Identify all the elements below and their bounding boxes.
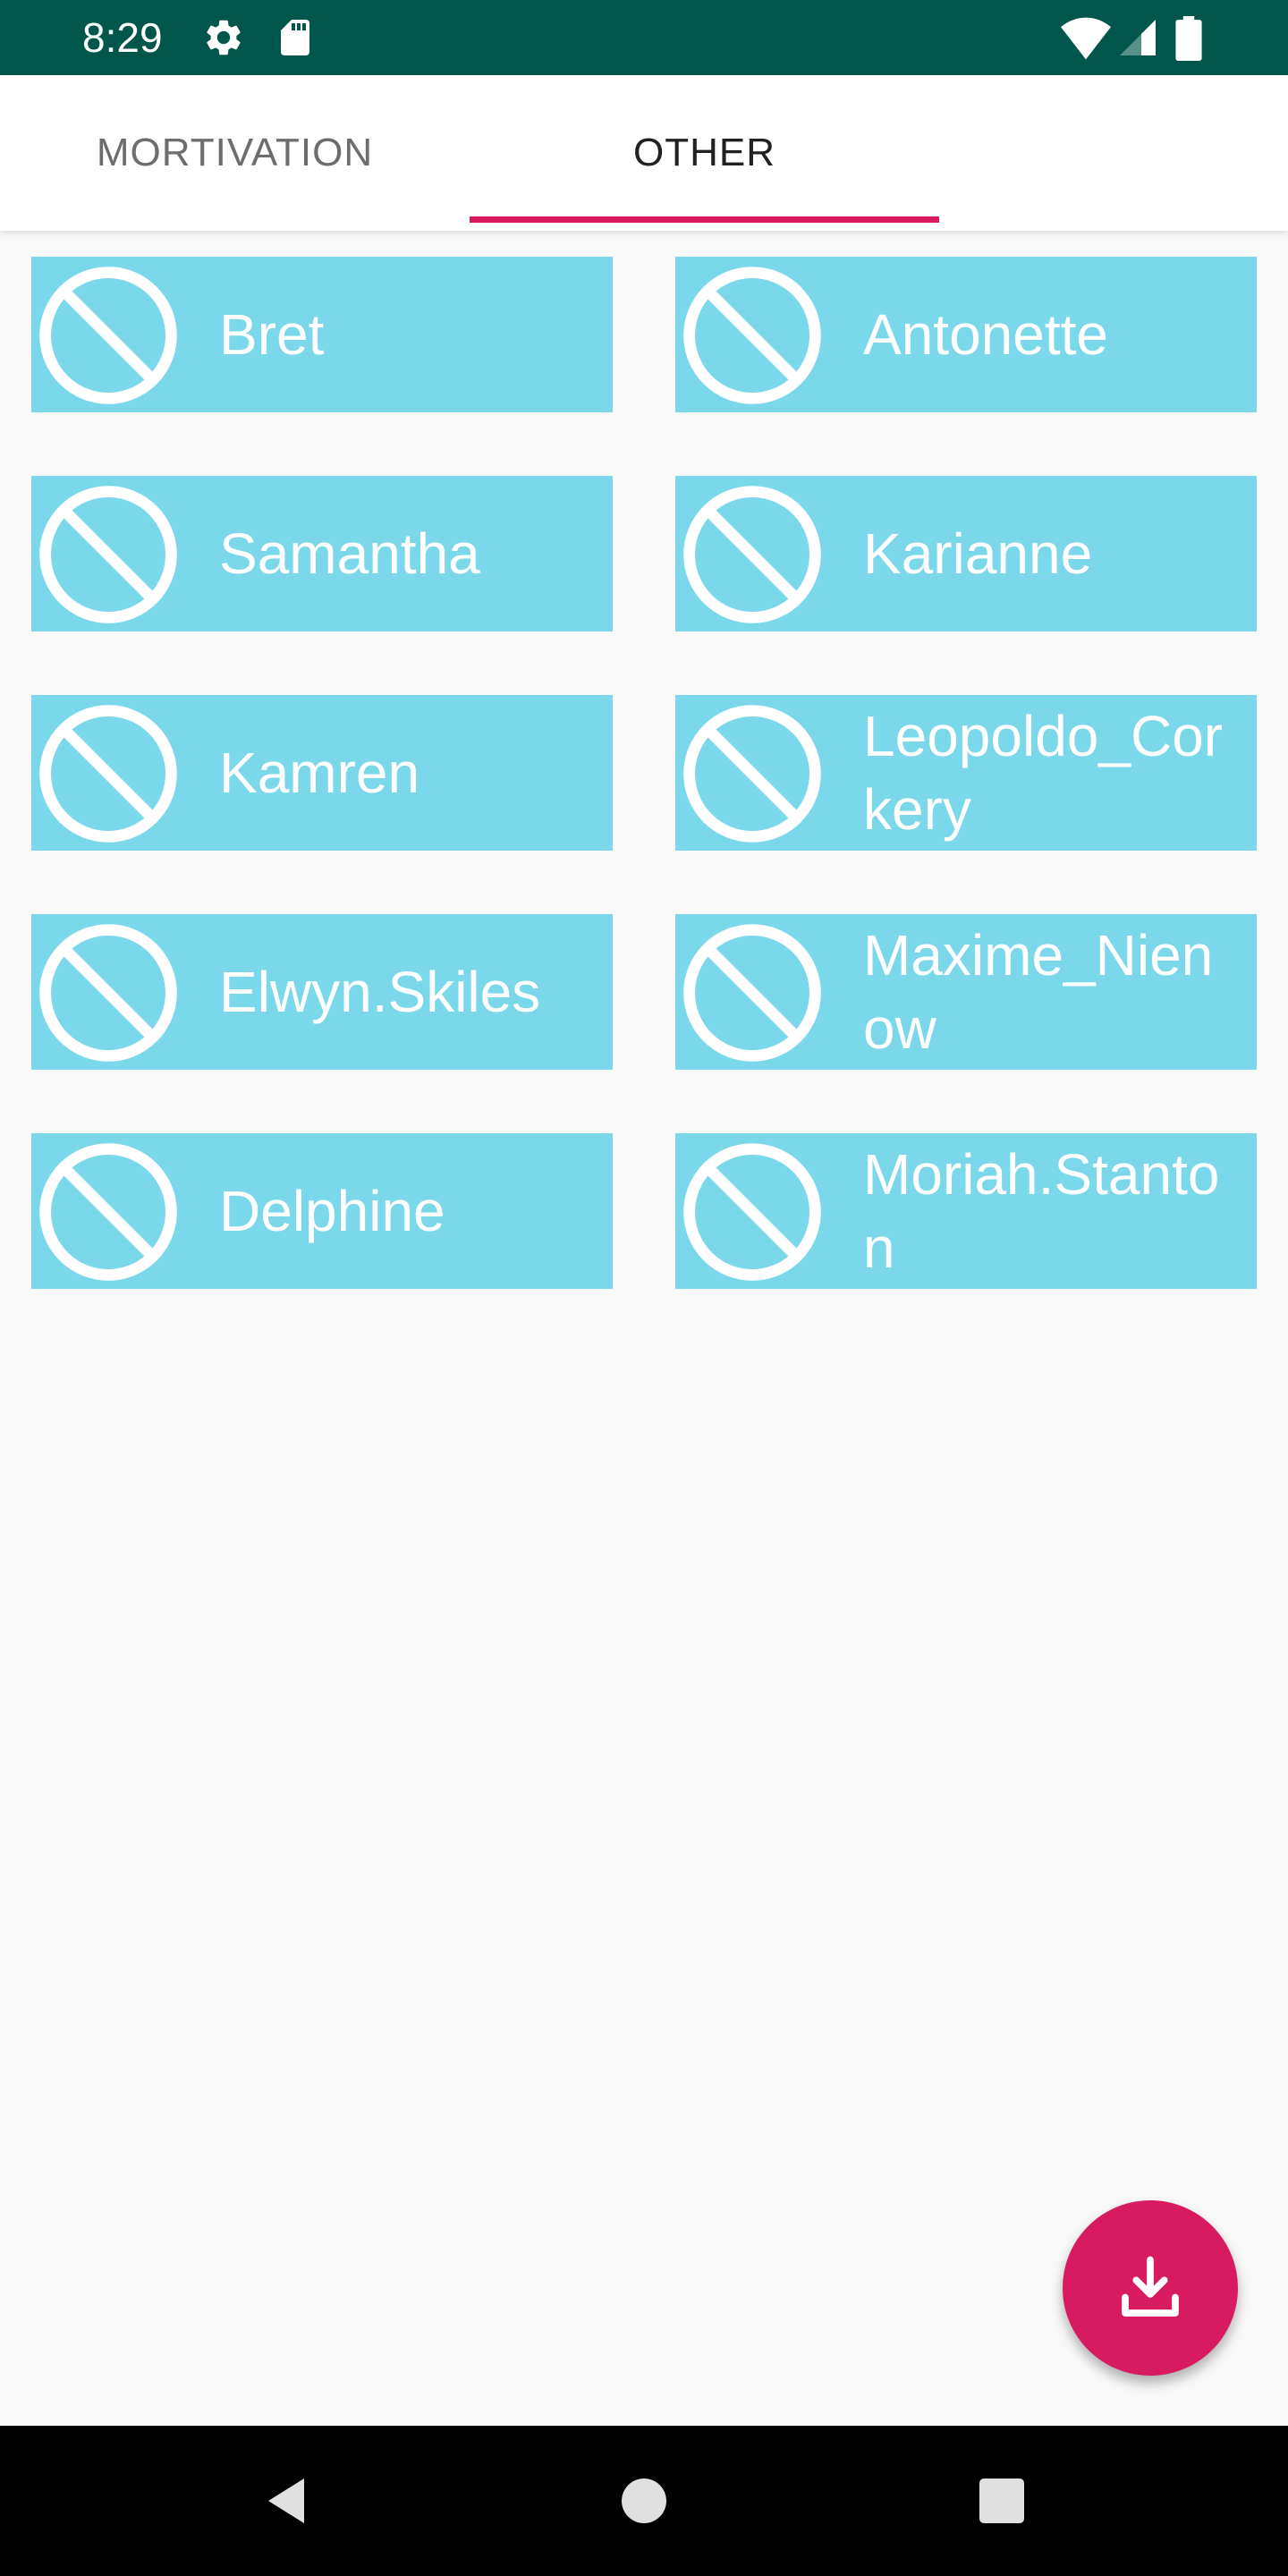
user-name: Antonette [863,302,1108,367]
tab-selected-indicator [470,216,939,223]
block-icon [683,705,821,843]
user-card[interactable]: Leopoldo_Corkery [675,695,1257,851]
block-icon [683,267,821,404]
block-icon [39,267,177,404]
user-card[interactable]: Bret [31,257,613,412]
user-name: Karianne [863,521,1093,586]
download-icon [1122,2256,1179,2317]
signal-icon [1120,20,1156,55]
user-card[interactable]: Kamren [31,695,613,851]
user-name: Samantha [219,521,480,586]
download-button[interactable] [1063,2200,1238,2376]
sd-card-icon [281,20,309,55]
user-card[interactable]: Antonette [675,257,1257,412]
user-card[interactable]: Delphine [31,1133,613,1289]
recents-icon[interactable] [975,2474,1029,2528]
user-name: Elwyn.Skiles [219,960,541,1024]
home-icon[interactable] [617,2474,671,2528]
user-name: Maxime_Nienow [863,923,1214,1061]
user-name: Kamren [219,741,420,805]
user-name: Bret [219,302,325,367]
back-icon[interactable] [259,2474,313,2528]
block-icon [39,924,177,1062]
user-card[interactable]: Moriah.Stanton [675,1133,1257,1289]
block-icon [683,1143,821,1281]
battery-icon [1175,16,1202,61]
status-bar: 8:29 [0,0,1288,75]
user-card[interactable]: Samantha [31,476,613,631]
block-icon [683,924,821,1062]
user-card[interactable]: Elwyn.Skiles [31,914,613,1070]
tab-mortivation[interactable]: MORTIVATION [0,75,470,231]
block-icon [683,486,821,623]
tab-bar: MORTIVATION OTHER [0,75,1288,231]
user-card[interactable]: Karianne [675,476,1257,631]
tab-other[interactable]: OTHER [470,75,939,231]
navigation-bar [0,2426,1288,2576]
user-card[interactable]: Maxime_Nienow [675,914,1257,1070]
status-time: 8:29 [82,14,163,61]
wifi-icon [1061,17,1111,60]
user-name: Moriah.Stanton [863,1142,1220,1280]
user-name: Leopoldo_Corkery [863,704,1224,842]
block-icon [39,705,177,843]
settings-icon [207,20,241,55]
block-icon [39,1143,177,1281]
block-icon [39,486,177,623]
user-name: Delphine [219,1179,445,1243]
